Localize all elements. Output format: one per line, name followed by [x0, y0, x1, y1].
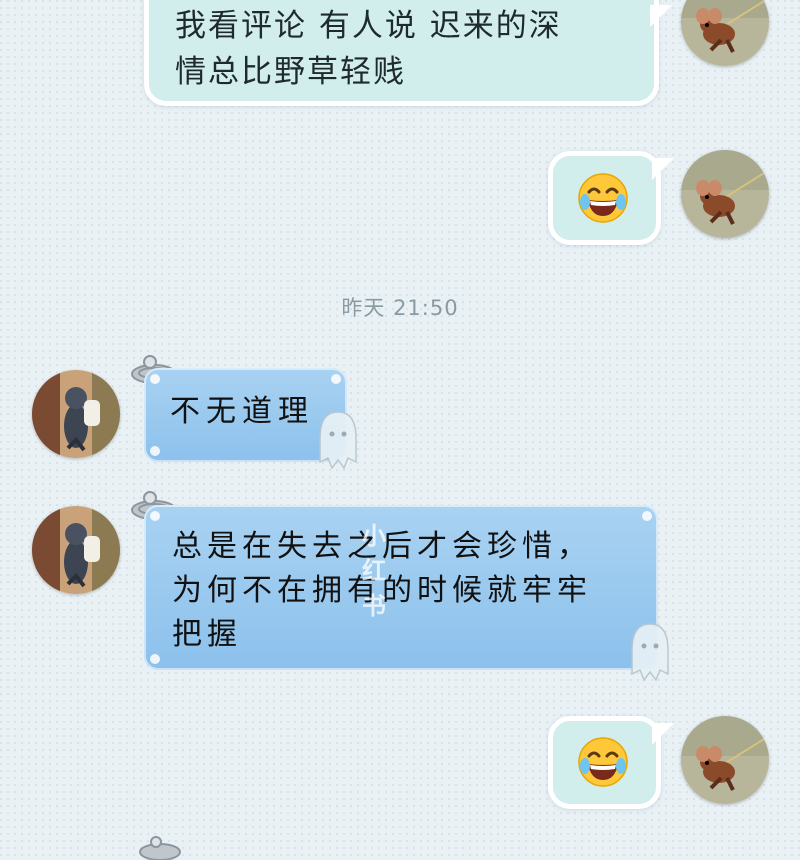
message-text-line: 我看评论 有人说 迟来的深	[175, 8, 562, 44]
tom-cat-icon	[32, 506, 120, 594]
ghost-doll-icon	[631, 623, 669, 682]
jerry-mouse-icon	[681, 150, 769, 238]
tom-avatar[interactable]	[32, 506, 120, 594]
xiaohongshu-watermark: 小红书	[362, 522, 387, 620]
message-text-line: 把握	[172, 617, 242, 652]
bubble-tail	[652, 723, 674, 745]
bubble-tail	[650, 5, 672, 27]
tears-of-joy-emoji-icon	[578, 737, 628, 787]
tom-cat-icon	[32, 370, 120, 458]
paper-clip-icon	[139, 836, 181, 860]
jerry-avatar[interactable]	[681, 150, 769, 238]
tears-of-joy-emoji-icon	[578, 173, 628, 223]
message-bubble[interactable]: 总是在失去之后才会珍惜， 为何不在拥有的时候就牢牢 把握	[144, 505, 658, 670]
tom-avatar[interactable]	[32, 370, 120, 458]
timestamp: 昨天 21:50	[341, 296, 459, 320]
message-text-line: 总是在失去之后才会珍惜，	[172, 529, 592, 564]
message-text-line: 情总比野草轻贱	[175, 54, 406, 90]
jerry-avatar[interactable]	[681, 716, 769, 804]
message-bubble[interactable]: 我看评论 有人说 迟来的深 情总比野草轻贱	[144, 0, 672, 106]
bubble-tail	[652, 158, 674, 180]
jerry-mouse-icon	[681, 716, 769, 804]
jerry-avatar[interactable]	[681, 0, 769, 66]
ghost-doll-icon	[319, 411, 357, 470]
message-text-line: 为何不在拥有的时候就牢牢	[172, 573, 592, 608]
jerry-mouse-icon	[681, 0, 769, 66]
message-text: 不无道理	[170, 394, 314, 429]
chat-thread: 我看评论 有人说 迟来的深 情总比野草轻贱 昨天 21:50 不无道理 总是在失…	[0, 0, 800, 860]
